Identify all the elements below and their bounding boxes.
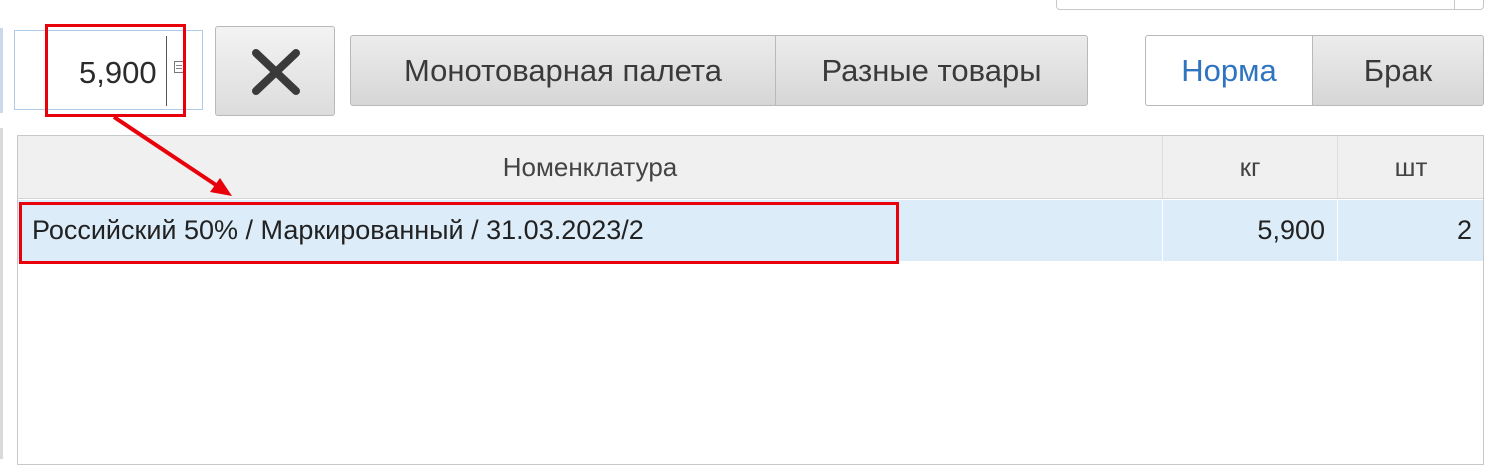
goods-table: Номенклатура кг шт Российский 50% / Марк… — [17, 135, 1484, 465]
norm-toggle[interactable]: Норма — [1145, 35, 1313, 106]
table-header: Номенклатура кг шт — [18, 136, 1483, 199]
top-dropdown[interactable] — [1056, 0, 1484, 10]
cell-kg: 5,900 — [1163, 200, 1338, 261]
annotation-highlight-row — [19, 202, 899, 264]
dropdown-divider — [1454, 0, 1455, 9]
mixed-goods-button[interactable]: Разные товары — [775, 35, 1088, 106]
defect-toggle[interactable]: Брак — [1312, 35, 1484, 106]
left-panel-edge-lower — [0, 128, 3, 459]
close-icon — [252, 49, 300, 95]
column-header-pcs[interactable]: шт — [1338, 136, 1484, 198]
column-header-name[interactable]: Номенклатура — [18, 136, 1163, 198]
left-panel-edge — [0, 28, 3, 113]
mono-pallet-button[interactable]: Монотоварная палета — [350, 35, 776, 106]
cell-pcs: 2 — [1456, 215, 1472, 245]
clear-button[interactable] — [215, 26, 335, 116]
annotation-highlight-weight — [45, 24, 186, 117]
column-header-kg[interactable]: кг — [1163, 136, 1338, 198]
